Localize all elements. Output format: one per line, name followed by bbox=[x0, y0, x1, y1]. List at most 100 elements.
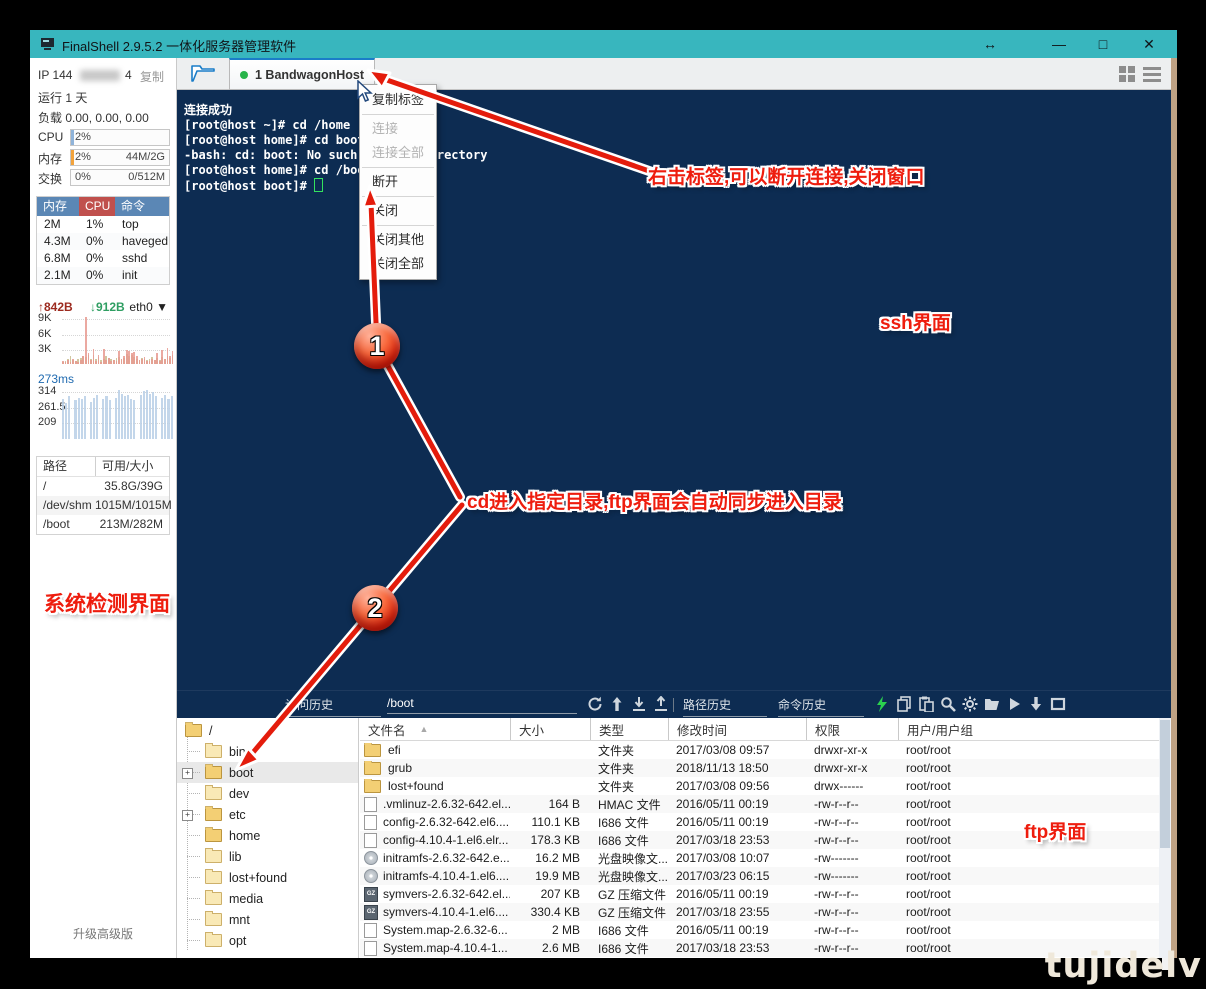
folder-icon bbox=[364, 744, 381, 757]
file-row[interactable]: config-4.10.4-1.el6.elr...178.3 KBI686 文… bbox=[360, 831, 1171, 849]
titlebar[interactable]: FinalShell 2.9.5.2 一体化服务器管理软件 ↔—□✕ bbox=[30, 30, 1177, 58]
file-row[interactable]: config-2.6.32-642.el6....110.1 KBI686 文件… bbox=[360, 813, 1171, 831]
uptime-text: 运行 1 天 bbox=[38, 89, 87, 106]
folder-icon bbox=[205, 892, 222, 905]
tree-item-label: opt bbox=[229, 934, 246, 948]
proc-header[interactable]: 内存 bbox=[37, 197, 79, 216]
disk-table[interactable]: 路径可用/大小 /35.8G/39G/dev/shm1015M/1015M/bo… bbox=[36, 456, 170, 535]
grid-view-icon[interactable] bbox=[1119, 66, 1135, 87]
app-icon bbox=[40, 37, 55, 55]
file-list-scrollbar-thumb[interactable] bbox=[1160, 720, 1170, 848]
tree-item-media[interactable]: media bbox=[177, 888, 358, 909]
tree-item-home[interactable]: home bbox=[177, 825, 358, 846]
file-row[interactable]: GZsymvers-2.6.32-642.el...207 KBGZ 压缩文件2… bbox=[360, 885, 1171, 903]
download-icon[interactable] bbox=[631, 696, 647, 715]
window-icon[interactable] bbox=[1050, 696, 1066, 715]
file-row[interactable]: System.map-2.6.32-6...2 MBI686 文件2016/05… bbox=[360, 921, 1171, 939]
process-row[interactable]: 2M1%top bbox=[37, 216, 169, 233]
menu-item[interactable]: 复制标签 bbox=[360, 88, 436, 112]
ssh-terminal[interactable]: 连接成功[root@host ~]# cd /home[root@host ho… bbox=[177, 90, 1171, 690]
refresh-icon[interactable] bbox=[587, 696, 603, 715]
file-row[interactable]: .vmlinuz-2.6.32-642.el...164 BHMAC 文件201… bbox=[360, 795, 1171, 813]
process-row[interactable]: 2.1M0%init bbox=[37, 267, 169, 284]
settings-icon[interactable] bbox=[962, 696, 978, 715]
disk-row[interactable]: /dev/shm1015M/1015M bbox=[37, 496, 169, 515]
bar bbox=[121, 359, 123, 364]
resize-button[interactable]: ↔ bbox=[973, 30, 1007, 58]
tree-item-lostfound[interactable]: lost+found bbox=[177, 867, 358, 888]
column-header[interactable]: 大小 bbox=[510, 718, 590, 740]
command-history-dropdown[interactable]: 命令历史 bbox=[778, 696, 864, 717]
upload-icon[interactable] bbox=[653, 696, 669, 715]
tree-item-opt[interactable]: opt bbox=[177, 930, 358, 951]
bar bbox=[126, 350, 128, 364]
file-row[interactable]: grub文件夹2018/11/13 18:50drwxr-xr-xroot/ro… bbox=[360, 759, 1171, 777]
paste-icon[interactable] bbox=[918, 696, 934, 715]
menu-item[interactable]: 关闭全部 bbox=[360, 252, 436, 276]
list-view-icon[interactable] bbox=[1143, 66, 1161, 87]
tree-item-etc[interactable]: +etc bbox=[177, 804, 358, 825]
expander-icon[interactable]: + bbox=[182, 810, 193, 821]
menu-separator bbox=[362, 114, 434, 115]
bar bbox=[131, 353, 133, 364]
column-header[interactable]: 文件名▲ bbox=[360, 718, 510, 740]
terminal-line: [root@host home]# cd boot bbox=[184, 133, 1171, 148]
process-row[interactable]: 4.3M0%haveged bbox=[37, 233, 169, 250]
download-arrow-icon[interactable] bbox=[1028, 696, 1044, 715]
up-icon[interactable] bbox=[609, 696, 625, 715]
proc-header[interactable]: CPU bbox=[79, 197, 115, 216]
tree-item-dev[interactable]: dev bbox=[177, 783, 358, 804]
bar bbox=[167, 399, 169, 439]
bar bbox=[156, 353, 158, 364]
file-icon bbox=[364, 923, 377, 938]
interface-selector[interactable]: eth0 ▼ bbox=[129, 300, 168, 314]
file-row[interactable]: initramfs-2.6.32-642.e...16.2 MB光盘映像文...… bbox=[360, 849, 1171, 867]
minimize-button[interactable]: — bbox=[1042, 30, 1076, 58]
bar bbox=[118, 351, 120, 364]
copy-icon[interactable] bbox=[896, 696, 912, 715]
run-icon[interactable] bbox=[1006, 696, 1022, 715]
column-header[interactable]: 修改时间 bbox=[668, 718, 806, 740]
file-row[interactable]: initramfs-4.10.4-1.el6....19.9 MB光盘映像文..… bbox=[360, 867, 1171, 885]
tree-item-lib[interactable]: lib bbox=[177, 846, 358, 867]
menu-item[interactable]: 关闭 bbox=[360, 199, 436, 223]
folder-icon bbox=[205, 829, 222, 842]
proc-header[interactable]: 命令 bbox=[115, 197, 169, 216]
process-row[interactable]: 6.8M0%sshd bbox=[37, 250, 169, 267]
disk-row[interactable]: /35.8G/39G bbox=[37, 477, 169, 496]
path-history-dropdown[interactable]: 路径历史 bbox=[683, 696, 767, 717]
maximize-button[interactable]: □ bbox=[1086, 30, 1120, 58]
file-list-header[interactable]: 文件名▲大小类型修改时间权限用户/用户组 bbox=[360, 718, 1171, 741]
file-row[interactable]: efi文件夹2017/03/08 09:57drwxr-xr-xroot/roo… bbox=[360, 741, 1171, 759]
tree-item-mnt[interactable]: mnt bbox=[177, 909, 358, 930]
file-list-scrollbar[interactable] bbox=[1159, 718, 1171, 958]
tab-bandwagonhost[interactable]: 1 BandwagonHost bbox=[229, 58, 375, 90]
menu-item[interactable]: 关闭其他 bbox=[360, 228, 436, 252]
menu-item[interactable]: 断开 bbox=[360, 170, 436, 194]
bar bbox=[105, 360, 107, 364]
copy-ip-button[interactable]: 复制 bbox=[140, 68, 164, 85]
open-folder-icon[interactable] bbox=[984, 696, 1000, 715]
search-icon[interactable] bbox=[940, 696, 956, 715]
open-connection-button[interactable] bbox=[189, 63, 217, 85]
column-header[interactable]: 用户/用户组 bbox=[898, 718, 1171, 740]
bar bbox=[70, 362, 72, 364]
path-input[interactable]: /boot bbox=[387, 696, 577, 714]
tree-item-[interactable]: / bbox=[177, 720, 358, 741]
lightning-icon[interactable] bbox=[874, 696, 890, 715]
process-table[interactable]: 内存CPU命令 2M1%top4.3M0%haveged6.8M0%sshd2.… bbox=[36, 196, 170, 285]
file-row[interactable]: GZsymvers-4.10.4-1.el6....330.4 KBGZ 压缩文… bbox=[360, 903, 1171, 921]
disk-row[interactable]: /boot213M/282M bbox=[37, 515, 169, 534]
close-button[interactable]: ✕ bbox=[1132, 30, 1166, 58]
mem-label: 内存 bbox=[38, 150, 62, 167]
bar bbox=[105, 396, 107, 439]
bar bbox=[141, 359, 143, 364]
upgrade-link[interactable]: 升级高级版 bbox=[30, 925, 176, 942]
expander-icon[interactable]: + bbox=[182, 768, 193, 779]
file-row[interactable]: lost+found文件夹2017/03/08 09:56drwx------r… bbox=[360, 777, 1171, 795]
visit-history-dropdown[interactable]: 访问历史 bbox=[285, 696, 381, 717]
tree-item-boot[interactable]: +boot bbox=[177, 762, 358, 783]
column-header[interactable]: 类型 bbox=[590, 718, 668, 740]
tree-item-bin[interactable]: bin bbox=[177, 741, 358, 762]
column-header[interactable]: 权限 bbox=[806, 718, 898, 740]
